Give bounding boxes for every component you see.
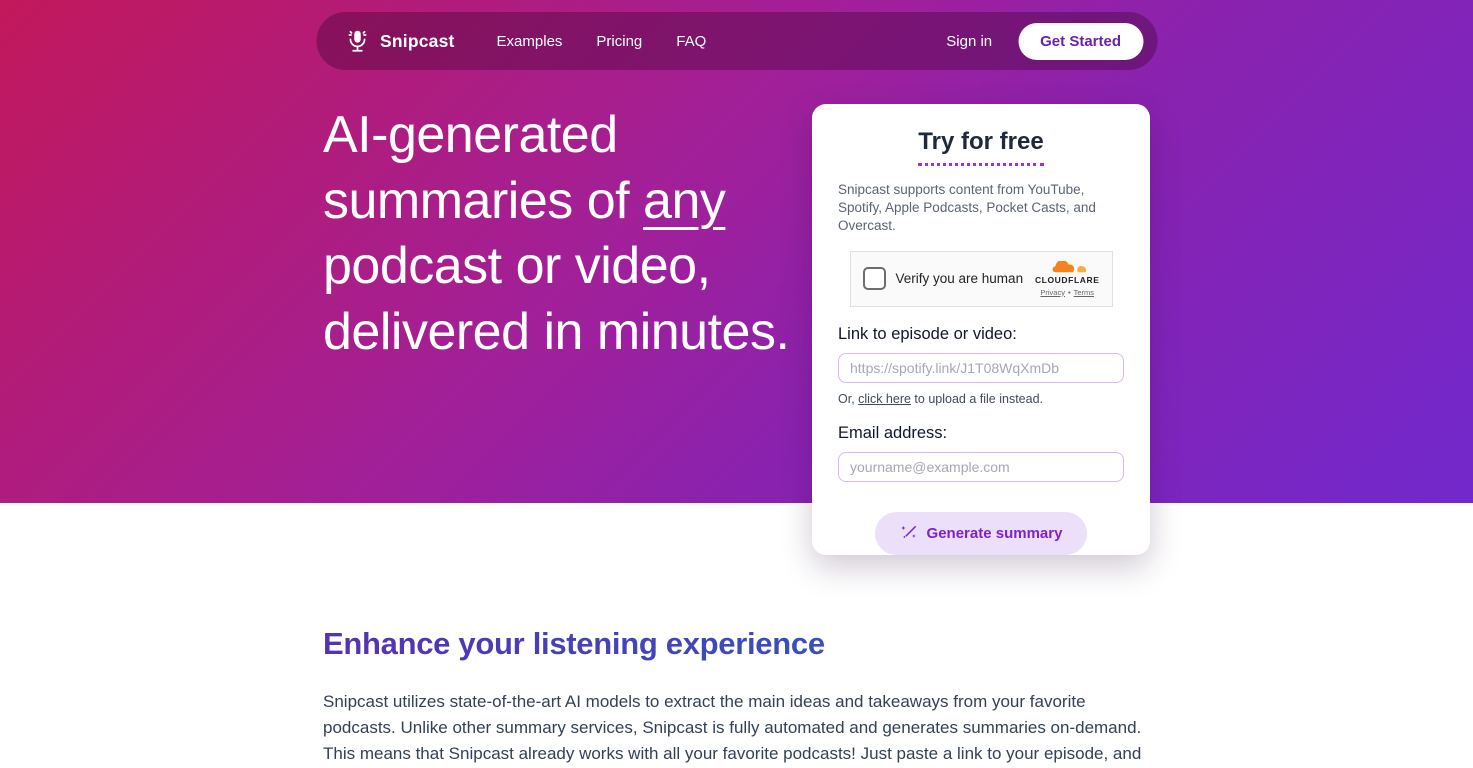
episode-link-input[interactable] (838, 353, 1124, 383)
cloudflare-wordmark: CLOUDFLARE (1035, 275, 1100, 285)
email-input[interactable] (838, 452, 1124, 482)
email-field-label: Email address: (838, 424, 1124, 443)
hero-heading-any: any (643, 172, 725, 230)
section-heading: Enhance your listening experience (323, 626, 1161, 662)
upload-hint-post: to upload a file instead. (911, 392, 1043, 406)
card-title: Try for free (918, 128, 1043, 166)
try-for-free-card: Try for free Snipcast supports content f… (812, 104, 1150, 555)
get-started-button[interactable]: Get Started (1018, 23, 1143, 60)
cloudflare-branding: CLOUDFLARE Privacy•Terms (1035, 261, 1100, 297)
link-field-label: Link to episode or video: (838, 325, 1124, 344)
verify-human-label: Verify you are human (896, 271, 1024, 286)
benefits-section: Enhance your listening experience Snipca… (323, 626, 1161, 768)
sign-in-link[interactable]: Sign in (946, 33, 992, 50)
navbar: Snipcast Examples Pricing FAQ Sign in Ge… (316, 12, 1157, 70)
nav-links: Examples Pricing FAQ (497, 33, 707, 50)
cloudflare-privacy-link[interactable]: Privacy (1040, 288, 1065, 297)
hero-heading-pre: AI-generated summaries of (323, 106, 643, 230)
section-paragraph: Snipcast utilizes state-of-the-art AI mo… (323, 689, 1161, 768)
hero-heading: AI-generated summaries of any podcast or… (323, 103, 795, 365)
nav-item-faq[interactable]: FAQ (676, 33, 706, 50)
cloudflare-terms-link[interactable]: Terms (1074, 288, 1094, 297)
upload-hint-pre: Or, (838, 392, 858, 406)
card-subtitle: Snipcast supports content from YouTube, … (838, 181, 1124, 236)
cloudflare-link-separator: • (1068, 288, 1071, 297)
hero-heading-post: podcast or video, delivered in minutes. (323, 237, 789, 361)
microphone-logo-icon (344, 28, 370, 54)
nav-item-pricing[interactable]: Pricing (596, 33, 642, 50)
upload-file-link[interactable]: click here (858, 392, 911, 406)
brand[interactable]: Snipcast (344, 28, 455, 54)
generate-summary-label: Generate summary (927, 525, 1063, 542)
magic-wand-icon (900, 524, 918, 542)
landing-page: Snipcast Examples Pricing FAQ Sign in Ge… (0, 0, 1473, 768)
upload-hint: Or, click here to upload a file instead. (838, 392, 1124, 406)
brand-name: Snipcast (380, 31, 455, 52)
generate-summary-button[interactable]: Generate summary (875, 512, 1088, 555)
nav-item-examples[interactable]: Examples (497, 33, 563, 50)
nav-right: Sign in Get Started (946, 23, 1143, 60)
verify-human-checkbox[interactable] (863, 267, 886, 290)
cloudflare-turnstile-widget: Verify you are human CLOUDFLARE Privacy•… (850, 251, 1113, 307)
